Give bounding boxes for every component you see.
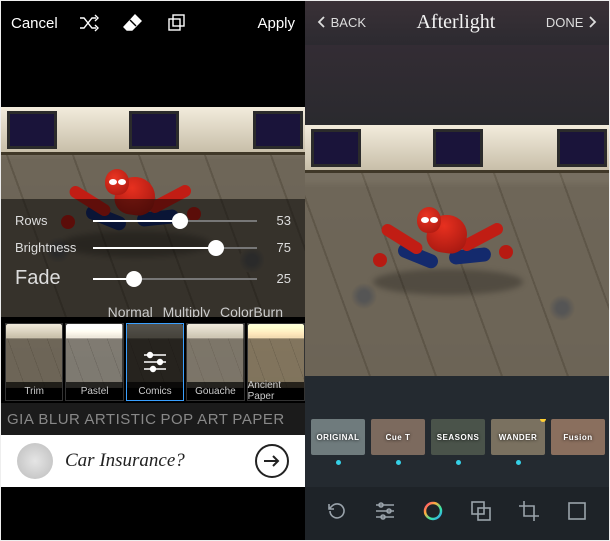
slider-rows: Rows 53: [15, 213, 291, 228]
top-toolbar: Cancel Apply: [1, 1, 305, 45]
filter-fusion[interactable]: Fusion: [551, 419, 605, 455]
slider-label: Brightness: [15, 240, 85, 255]
category-bar[interactable]: GIA BLUR ARTISTIC POP ART PAPER: [1, 403, 305, 435]
done-button[interactable]: DONE: [546, 15, 597, 30]
ad-banner[interactable]: Car Insurance?: [1, 435, 305, 487]
ad-image: [17, 443, 53, 479]
slider-track[interactable]: [93, 247, 257, 249]
slider-value: 25: [265, 271, 291, 286]
adjustment-panel: Rows 53 Brightness 75 Fade: [1, 199, 305, 317]
filter-seasons[interactable]: SEASONS: [431, 419, 485, 465]
slider-track[interactable]: [93, 220, 257, 222]
ad-arrow-icon[interactable]: [255, 444, 289, 478]
filter-thumb-pastel[interactable]: Pastel: [65, 323, 123, 401]
slider-label: Fade: [15, 267, 85, 290]
cat-item[interactable]: POP ART: [160, 411, 228, 428]
filter-cue[interactable]: Cue T: [371, 419, 425, 465]
filter-thumb-comics[interactable]: Comics: [126, 323, 184, 401]
layers-icon[interactable]: [164, 10, 190, 36]
slider-value: 75: [265, 240, 291, 255]
bottom-toolbar: [305, 487, 609, 540]
filter-wander[interactable]: WANDER: [491, 419, 545, 465]
filters-icon[interactable]: [421, 499, 445, 528]
app-brand: Afterlight: [416, 11, 495, 34]
cancel-button[interactable]: Cancel: [11, 15, 58, 32]
blend-mode-row[interactable]: Normal Multiply ColorBurn: [15, 302, 291, 317]
frame-icon[interactable]: [565, 499, 589, 528]
slider-label: Rows: [15, 213, 85, 228]
cat-item[interactable]: ARTISTIC: [84, 411, 156, 428]
cat-item[interactable]: GIA: [7, 411, 34, 428]
filter-thumb-trim[interactable]: Trim: [5, 323, 63, 401]
filter-thumb-gouache[interactable]: Gouache: [186, 323, 244, 401]
crop-icon[interactable]: [517, 499, 541, 528]
overlay-icon[interactable]: [469, 499, 493, 528]
shuffle-icon[interactable]: [76, 10, 102, 36]
slider-brightness: Brightness 75: [15, 240, 291, 255]
filter-thumb-ancient[interactable]: Ancient Paper: [247, 323, 305, 401]
top-toolbar: BACK Afterlight DONE: [305, 1, 609, 45]
ad-text: Car Insurance?: [65, 450, 243, 472]
filter-strip[interactable]: ORIGINAL Cue T SEASONS WANDER Fusion: [305, 419, 609, 487]
cat-item[interactable]: BLUR: [38, 411, 80, 428]
filter-strip[interactable]: Trim Pastel Comics Gouache: [1, 317, 305, 403]
afterlight-app: BACK Afterlight DONE: [305, 1, 609, 540]
adjust-icon[interactable]: [373, 499, 397, 528]
slider-fade: Fade 25: [15, 267, 291, 290]
editor-app-left: Cancel Apply: [1, 1, 305, 540]
eraser-icon[interactable]: [120, 10, 146, 36]
filter-original[interactable]: ORIGINAL: [311, 419, 365, 465]
preview-image: [305, 125, 609, 376]
back-button[interactable]: BACK: [317, 15, 366, 30]
revert-icon[interactable]: [325, 499, 349, 528]
cat-item[interactable]: PAPER: [232, 411, 284, 428]
slider-value: 53: [265, 213, 291, 228]
preview-image: Rows 53 Brightness 75 Fade: [1, 107, 305, 317]
slider-track[interactable]: [93, 278, 257, 280]
apply-button[interactable]: Apply: [257, 15, 295, 32]
